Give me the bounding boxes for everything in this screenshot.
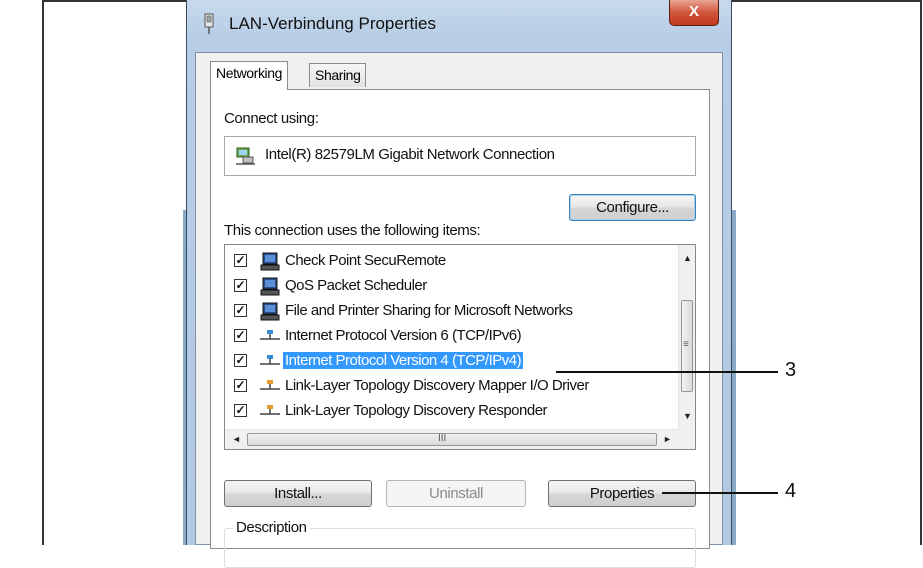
window-title: LAN-Verbindung Properties	[229, 14, 436, 33]
connect-using-label: Connect using:	[224, 110, 319, 127]
item-label: File and Printer Sharing for Microsoft N…	[285, 302, 573, 319]
vertical-scroll-thumb[interactable]: ≡	[681, 300, 693, 392]
callout-number-4: 4	[785, 480, 797, 502]
scroll-down-icon[interactable]: ▼	[683, 411, 692, 421]
uninstall-button[interactable]: Uninstall	[386, 480, 526, 507]
description-group: Description	[224, 519, 696, 568]
vertical-scrollbar[interactable]: ▲ ≡ ▼	[678, 245, 695, 429]
list-item[interactable]: ✓ Check Point SecuRemote	[225, 249, 677, 274]
computer-icon	[260, 252, 280, 271]
description-label: Description	[233, 519, 310, 536]
item-checkbox[interactable]: ✓	[234, 329, 247, 342]
grip-icon: III	[438, 433, 447, 444]
list-item[interactable]: ✓ Link-Layer Topology Discovery Responde…	[225, 399, 677, 424]
callout-number-3: 3	[785, 359, 797, 381]
item-label: Link-Layer Topology Discovery Mapper I/O…	[285, 377, 589, 394]
scrollbar-corner	[678, 429, 695, 449]
scroll-right-icon[interactable]: ►	[663, 434, 672, 444]
item-checkbox[interactable]: ✓	[234, 404, 247, 417]
item-checkbox[interactable]: ✓	[234, 379, 247, 392]
network-protocol-icon	[260, 355, 280, 365]
item-checkbox[interactable]: ✓	[234, 279, 247, 292]
item-label: Check Point SecuRemote	[285, 252, 446, 269]
tab-sharing[interactable]: Sharing	[309, 63, 367, 87]
item-label: Internet Protocol Version 6 (TCP/IPv6)	[285, 327, 522, 344]
properties-dialog: LAN-Verbindung Properties X Networking S…	[186, 0, 732, 568]
background-window-edge-right	[732, 210, 736, 545]
list-item[interactable]: ✓ File and Printer Sharing for Microsoft…	[225, 299, 677, 324]
page-frame-right	[920, 0, 922, 545]
network-adapter-icon	[204, 13, 214, 34]
close-button[interactable]: X	[669, 0, 719, 26]
callout-line-4	[662, 492, 778, 494]
networking-panel: Connect using: Intel(R) 82579LM Gigabit …	[210, 89, 710, 568]
network-protocol-icon	[260, 330, 280, 340]
connection-items-list[interactable]: ✓ Check Point SecuRemote ✓ QoS Packet Sc…	[224, 244, 696, 450]
network-card-icon	[236, 147, 255, 165]
item-label: Link-Layer Topology Discovery Responder	[285, 402, 548, 419]
title-bar[interactable]: LAN-Verbindung Properties X	[187, 0, 731, 52]
item-label: QoS Packet Scheduler	[285, 277, 427, 294]
page-frame-left	[42, 0, 44, 545]
callout-line-3	[556, 371, 778, 373]
list-item[interactable]: ✓ QoS Packet Scheduler	[225, 274, 677, 299]
network-protocol-icon	[260, 380, 280, 390]
items-label: This connection uses the following items…	[224, 222, 481, 239]
adapter-name: Intel(R) 82579LM Gigabit Network Connect…	[265, 146, 555, 163]
grip-icon: ≡	[683, 339, 689, 350]
install-button[interactable]: Install...	[224, 480, 372, 507]
computer-icon	[260, 302, 280, 321]
list-item[interactable]: ✓ Internet Protocol Version 6 (TCP/IPv6)	[225, 324, 677, 349]
tab-networking[interactable]: Networking	[210, 61, 289, 90]
dialog-client-area: Networking Sharing Connect using: Intel(…	[195, 52, 723, 568]
item-checkbox[interactable]: ✓	[234, 254, 247, 267]
adapter-field: Intel(R) 82579LM Gigabit Network Connect…	[224, 136, 696, 176]
computer-icon	[260, 277, 280, 296]
item-checkbox[interactable]: ✓	[234, 354, 247, 367]
scroll-left-icon[interactable]: ◄	[232, 434, 241, 444]
item-checkbox[interactable]: ✓	[234, 304, 247, 317]
item-label: Internet Protocol Version 4 (TCP/IPv4)	[281, 351, 525, 370]
horizontal-scroll-thumb[interactable]: III	[247, 433, 657, 446]
list-item[interactable]: ✓ Link-Layer Topology Discovery Mapper I…	[225, 374, 677, 399]
network-protocol-icon	[260, 405, 280, 415]
scroll-up-icon[interactable]: ▲	[683, 253, 692, 263]
configure-button[interactable]: Configure...	[569, 194, 696, 221]
horizontal-scrollbar[interactable]: ◄ III ►	[225, 429, 678, 449]
